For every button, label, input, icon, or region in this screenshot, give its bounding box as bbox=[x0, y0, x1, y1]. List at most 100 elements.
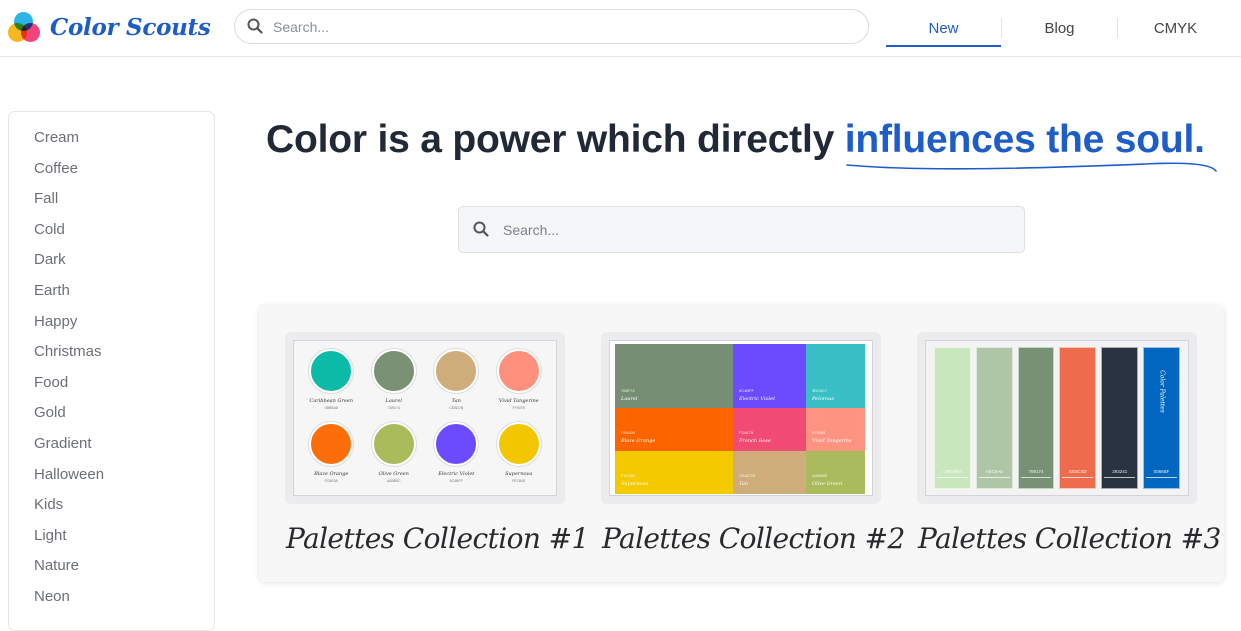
sidebar-item-gold[interactable]: Gold bbox=[9, 402, 214, 433]
search-icon bbox=[473, 221, 489, 237]
block-name: Olive Green bbox=[812, 481, 843, 487]
header-search-input[interactable] bbox=[273, 10, 853, 43]
bar-divider bbox=[1020, 477, 1052, 478]
headline-text: Color is a power which directly bbox=[266, 118, 835, 161]
bar-hex: EE6C4D bbox=[1069, 469, 1087, 474]
swatch-name: Olive Green bbox=[378, 471, 409, 477]
palette-preview-blocks: 768F74 Laurel 6C4BFF Electric Violet 3BC0C7 P… bbox=[609, 340, 873, 496]
collections-panel: Caribbean Green 0BBBA8 Laurel 7A9174 Tan CEAD… bbox=[259, 305, 1224, 582]
palette-preview-circles: Caribbean Green 0BBBA8 Laurel 7A9174 Tan CEAD… bbox=[293, 340, 557, 496]
color-bar: AEC6A5 bbox=[975, 347, 1013, 489]
swatch: Electric Violet 6C4BFF bbox=[425, 420, 488, 493]
logo-icon bbox=[8, 10, 42, 44]
sidebar-item-fall[interactable]: Fall bbox=[9, 188, 214, 219]
block-hex: FE6300 bbox=[621, 430, 636, 435]
category-sidebar: Cream Coffee Fall Cold Dark Earth Happy … bbox=[8, 111, 215, 631]
bar-hex: 293241 bbox=[1112, 469, 1128, 474]
sidebar-item-light[interactable]: Light bbox=[9, 525, 214, 556]
color-block: F5C900 Supernova bbox=[615, 451, 733, 494]
block-name: Pelorous bbox=[812, 396, 834, 402]
sidebar-item-cream[interactable]: Cream bbox=[9, 127, 214, 158]
sidebar-item-nature[interactable]: Nature bbox=[9, 555, 214, 586]
color-block: FF9381 Vivid Tangerine bbox=[806, 408, 865, 451]
collection-title-3[interactable]: Palettes Collection #3 bbox=[918, 522, 1221, 555]
sidebar-item-earth[interactable]: Earth bbox=[9, 280, 214, 311]
collection-card-3[interactable]: C8EABD AEC6A5 769174 EE6C4D 293241 0066BF Colo… bbox=[917, 332, 1197, 504]
swatch-name: Supernova bbox=[505, 471, 533, 477]
swatch-name: Caribbean Green bbox=[309, 398, 353, 404]
swatch-hex: 6C4BFF bbox=[449, 479, 463, 483]
swatch-hex: FC6E0A bbox=[324, 479, 338, 483]
block-hex: 3BC0C7 bbox=[812, 388, 828, 393]
swatch-hex: AABB5C bbox=[386, 479, 401, 483]
nav-cmyk[interactable]: CMYK bbox=[1118, 0, 1233, 56]
swatch-circle bbox=[309, 422, 354, 466]
bar-divider bbox=[978, 477, 1010, 478]
palette-preview-bars: C8EABD AEC6A5 769174 EE6C4D 293241 0066BF Colo… bbox=[925, 340, 1189, 496]
collection-card-1[interactable]: Caribbean Green 0BBBA8 Laurel 7A9174 Tan CEAD… bbox=[285, 332, 565, 504]
block-hex: CEAD7B bbox=[739, 473, 756, 478]
sidebar-item-gradient[interactable]: Gradient bbox=[9, 433, 214, 464]
swatch: Blaze Orange FC6E0A bbox=[300, 420, 363, 493]
block-hex: F5C900 bbox=[621, 473, 636, 478]
color-bar: 293241 bbox=[1101, 347, 1139, 489]
color-block: 6C4BFF Electric Violet bbox=[733, 344, 806, 408]
sidebar-item-coffee[interactable]: Coffee bbox=[9, 158, 214, 189]
block-name: Laurel bbox=[621, 396, 638, 402]
bar-hex: 769174 bbox=[1028, 469, 1044, 474]
block-name: Supernova bbox=[621, 481, 649, 487]
bar-hex: AEC6A5 bbox=[985, 469, 1003, 474]
top-header: Color Scouts New Blog CMYK bbox=[0, 0, 1241, 57]
sidebar-item-halloween[interactable]: Halloween bbox=[9, 464, 214, 495]
block-name: Tan bbox=[739, 481, 749, 487]
header-search-bar[interactable] bbox=[234, 9, 869, 44]
collection-title-1[interactable]: Palettes Collection #1 bbox=[286, 522, 589, 555]
block-hex: FF9381 bbox=[812, 430, 826, 435]
swatch: Supernova FECB00 bbox=[488, 420, 551, 493]
bar-divider bbox=[1104, 477, 1136, 478]
block-hex: AABB5E bbox=[812, 473, 828, 478]
block-name: Vivid Tangerine bbox=[812, 438, 852, 444]
swatch-hex: CEAD7B bbox=[449, 406, 464, 410]
logo[interactable]: Color Scouts bbox=[8, 9, 211, 45]
sidebar-item-kids[interactable]: Kids bbox=[9, 494, 214, 525]
block-name: Electric Violet bbox=[739, 396, 776, 402]
hero-search-bar[interactable] bbox=[458, 206, 1025, 253]
block-name: Blaze Orange bbox=[621, 438, 656, 444]
sidebar-item-neon[interactable]: Neon bbox=[9, 586, 214, 617]
logo-text: Color Scouts bbox=[50, 13, 211, 41]
nav-blog[interactable]: Blog bbox=[1002, 0, 1117, 56]
color-bar: C8EABD bbox=[934, 347, 971, 489]
sidebar-item-dark[interactable]: Dark bbox=[9, 249, 214, 280]
collection-card-2[interactable]: 768F74 Laurel 6C4BFF Electric Violet 3BC0C7 P… bbox=[601, 332, 881, 504]
swatch-circle bbox=[496, 422, 541, 466]
sidebar-item-cold[interactable]: Cold bbox=[9, 219, 214, 250]
sidebar-item-happy[interactable]: Happy bbox=[9, 311, 214, 342]
collection-title-2[interactable]: Palettes Collection #2 bbox=[602, 522, 905, 555]
block-hex: F24A78 bbox=[739, 430, 754, 435]
bar-divider bbox=[937, 477, 968, 478]
block-hex: 6C4BFF bbox=[739, 388, 754, 393]
swatch-name: Laurel bbox=[385, 398, 402, 404]
color-block: F24A78 French Rose bbox=[733, 408, 806, 451]
bar-hex: C8EABD bbox=[943, 469, 962, 474]
swatch-circle bbox=[496, 349, 541, 393]
swatch-circle bbox=[371, 422, 416, 466]
swatch-circle bbox=[434, 349, 479, 393]
hero-search-input[interactable] bbox=[503, 207, 1013, 252]
block-name: French Rose bbox=[739, 438, 771, 444]
color-bar: EE6C4D bbox=[1059, 347, 1097, 489]
swatch-circle bbox=[434, 422, 479, 466]
swatch-circle bbox=[371, 349, 416, 393]
bar-vertical-label: Color Palettes bbox=[1158, 370, 1166, 413]
sidebar-item-food[interactable]: Food bbox=[9, 372, 214, 403]
sidebar-item-christmas[interactable]: Christmas bbox=[9, 341, 214, 372]
swatch-hex: FECB00 bbox=[512, 479, 526, 483]
nav-new[interactable]: New bbox=[886, 0, 1001, 56]
swatch: Olive Green AABB5C bbox=[363, 420, 426, 493]
color-block: AABB5E Olive Green bbox=[806, 451, 865, 494]
bar-hex: 0066BF bbox=[1153, 469, 1170, 474]
color-bar: 0066BF Color Palettes bbox=[1143, 347, 1180, 489]
swatch: Tan CEAD7B bbox=[425, 347, 488, 420]
swatch-name: Electric Violet bbox=[438, 471, 475, 477]
